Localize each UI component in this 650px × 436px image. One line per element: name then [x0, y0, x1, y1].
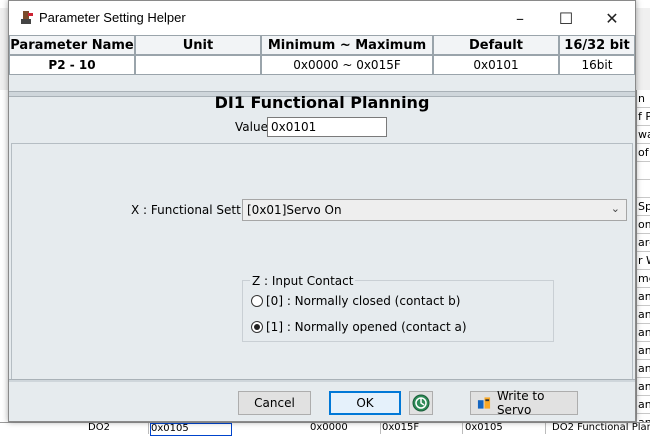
grid-cell: 0x0105	[465, 423, 546, 434]
grid-cell: ann	[637, 396, 650, 414]
grid-cell: r W	[637, 252, 650, 270]
background-bottom-row: DO2 0x0105 0x0000 0x015F 0x0105 DO2 Func…	[0, 422, 650, 436]
unit-cell	[135, 55, 261, 75]
chevron-down-icon: ⌄	[610, 202, 620, 215]
grid-cell[interactable]: 0x0105	[150, 423, 232, 436]
radio-button-checked[interactable]	[251, 321, 263, 333]
grid-cell: ard	[637, 234, 650, 252]
write-to-servo-label: Write to Servo	[496, 389, 545, 417]
input-contact-legend: Z : Input Contact	[250, 274, 356, 288]
functional-setting-label: X : Functional Setting	[131, 203, 260, 217]
dialog-client-area: Parameter Name Unit Minimum ~ Maximum De…	[9, 35, 635, 421]
grid-cell: ann	[637, 288, 650, 306]
grid-cell: ann	[637, 378, 650, 396]
grid-cell	[637, 180, 650, 198]
help-button[interactable]	[409, 391, 433, 415]
background-right-grid: n f Po wa of Sp omp ard r W me ann ann a…	[636, 90, 650, 433]
contact-option-normally-closed[interactable]: [0] : Normally closed (contact b)	[251, 293, 460, 309]
value-label: Value	[235, 120, 268, 134]
grid-cell: DO2 Functional Plan	[552, 423, 650, 433]
grid-cell: n	[637, 90, 650, 108]
default-cell: 0x0101	[433, 55, 559, 75]
window-title: Parameter Setting Helper	[39, 10, 186, 25]
value-input[interactable]: 0x0101	[267, 117, 387, 137]
contact-option-normally-opened[interactable]: [1] : Normally opened (contact a)	[251, 319, 467, 335]
grid-cell: 0x015F	[382, 423, 463, 434]
parameter-info-table: Parameter Name Unit Minimum ~ Maximum De…	[9, 35, 635, 75]
column-header: Minimum ~ Maximum	[261, 35, 433, 55]
footer-separator	[9, 379, 635, 382]
grid-cell: ann	[637, 342, 650, 360]
maximize-button[interactable]: ☐	[543, 1, 589, 35]
grid-cell: 0x0000	[310, 423, 381, 434]
grid-cell	[637, 162, 650, 180]
column-header: 16/32 bit	[559, 35, 635, 55]
bit-width-cell: 16bit	[559, 55, 635, 75]
cancel-button[interactable]: Cancel	[238, 391, 311, 415]
functional-setting-select[interactable]: [0x01]Servo On ⌄	[242, 199, 627, 221]
grid-cell: wa	[637, 126, 650, 144]
write-to-servo-button[interactable]: Write to Servo	[470, 389, 578, 417]
servo-write-icon	[477, 397, 491, 409]
grid-cell: DO2	[88, 423, 149, 434]
grid-cell: omp	[637, 216, 650, 234]
close-button[interactable]: ✕	[589, 1, 635, 35]
title-bar[interactable]: Parameter Setting Helper – ☐ ✕	[9, 1, 635, 35]
functional-setting-value: [0x01]Servo On	[247, 203, 342, 217]
parameter-name-cell: P2 - 10	[9, 55, 135, 75]
group-title: DI1 Functional Planning	[214, 93, 430, 112]
minimize-button[interactable]: –	[497, 1, 543, 35]
grid-cell: f Po	[637, 108, 650, 126]
radio-label: [1] : Normally opened (contact a)	[266, 320, 467, 334]
grid-cell: ann	[637, 360, 650, 378]
grid-cell: ann	[637, 306, 650, 324]
help-icon	[412, 394, 430, 412]
grid-cell: of	[637, 144, 650, 162]
settings-panel	[11, 143, 633, 381]
radio-button[interactable]	[251, 295, 263, 307]
column-header: Parameter Name	[9, 35, 135, 55]
grid-cell: me	[637, 270, 650, 288]
ok-button[interactable]: OK	[329, 391, 401, 415]
grid-cell: ann	[637, 324, 650, 342]
parameter-setting-dialog: Parameter Setting Helper – ☐ ✕ Parameter…	[8, 0, 636, 422]
range-cell: 0x0000 ~ 0x015F	[261, 55, 433, 75]
column-header: Default	[433, 35, 559, 55]
radio-label: [0] : Normally closed (contact b)	[266, 294, 461, 308]
app-icon	[21, 11, 33, 24]
column-header: Unit	[135, 35, 261, 55]
grid-cell: Sp	[637, 198, 650, 216]
